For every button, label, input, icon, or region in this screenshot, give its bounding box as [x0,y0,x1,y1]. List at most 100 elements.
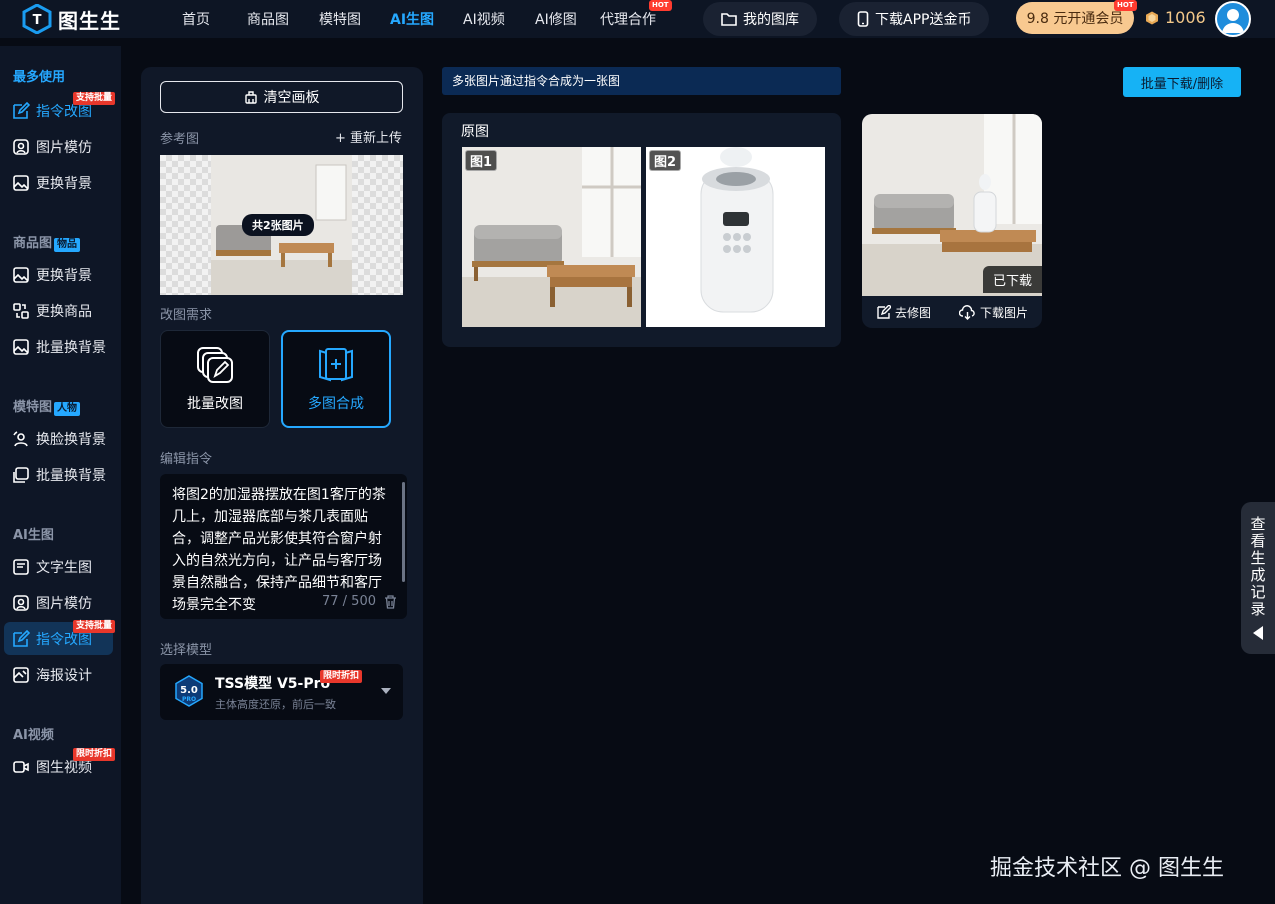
nav-ai-edit[interactable]: AI修图 [535,9,577,29]
nav-ai-gen[interactable]: AI生图 [390,9,434,29]
edit-image-label: 去修图 [894,305,931,320]
phone-icon [857,11,869,27]
sidebar-item-face-swap[interactable]: 换脸换背景 [4,422,113,455]
image-count-badge: 共2张图片 [242,214,314,236]
nav-home[interactable]: 首页 [182,9,210,29]
instruction-textarea[interactable]: 将图2的加湿器摆放在图1客厅的茶几上，加湿器底部与茶几表面贴合，调整产品光影使其… [160,474,407,619]
result-card[interactable]: 已下载 去修图 下载图片 [862,114,1042,328]
view-history-tab[interactable]: 查看生成记录 [1241,502,1275,654]
coin-icon [1146,11,1158,24]
batch-badge: 支持批量 [72,620,115,633]
image-tag-1: 图1 [465,150,498,171]
model-tag: 人物 [54,402,81,416]
mode-batch-edit[interactable]: 批量改图 [160,330,270,428]
textarea-scrollbar[interactable] [402,482,405,582]
vip-label: 9.8 元开通会员 [1026,11,1124,27]
living-room-photo [462,147,641,327]
edit-image-button[interactable]: 去修图 [876,304,931,321]
swap-icon [13,302,29,319]
model-v5-icon: 5.0 PRO [175,675,203,707]
vip-hot-badge: HOT [1114,0,1137,11]
download-app-label: 下载APP送金币 [875,12,972,28]
coin-balance[interactable]: 1006 [1145,8,1206,27]
mode-banner: 多张图片通过指令合成为一张图 [442,67,841,95]
section-product-label: 商品图 [13,236,53,251]
broom-icon [244,91,257,104]
sidebar-item-poster[interactable]: 海报设计 [4,658,113,691]
sidebar-item-label: 更换商品 [36,303,92,320]
mode-label: 多图合成 [308,396,364,412]
sidebar-item-img-model[interactable]: 图片模仿 [4,130,113,163]
video-icon [13,760,29,773]
cmd-label: 编辑指令 [160,452,213,467]
sidebar-item-label: 更换背景 [36,175,92,192]
coin-count: 1006 [1165,8,1206,27]
edit-icon [13,629,30,647]
caret-down-icon [381,688,391,694]
model-label: 选择模型 [160,643,213,658]
section-frequent: 最多使用 [13,70,66,85]
nav-ai-video[interactable]: AI视频 [463,9,505,29]
nav-partner[interactable]: 代理合作 [600,9,656,29]
sidebar-item-cmd-edit[interactable]: 指令改图 支持批量 [4,92,115,127]
reference-preview[interactable]: 共2张图片 [160,155,403,295]
sidebar-item-label: 海报设计 [36,667,92,684]
original-images-card: 原图 图1 图2 [442,113,841,347]
sidebar-item-p-change[interactable]: 更换商品 [4,294,113,327]
section-ai-gen: AI生图 [13,528,54,543]
download-app-button[interactable]: 下载APP送金币 [839,2,990,36]
discount-badge: 限时折扣 [72,748,115,761]
clear-canvas-button[interactable]: 清空画板 [160,81,403,113]
caret-left-icon [1253,626,1263,640]
sidebar-item-label: 图片模仿 [36,139,92,156]
poster-icon [13,666,29,683]
section-model: 模特图 人物 [13,396,81,416]
original-image-1[interactable]: 图1 [462,147,641,327]
batch-edit-icon [197,347,233,383]
sidebar-item-txt2img[interactable]: 文字生图 [4,550,113,583]
gallery-button[interactable]: 我的图库 [703,2,817,36]
sidebar-item-m-batch-bg[interactable]: 批量换背景 [4,458,113,491]
mode-multi-merge[interactable]: 多图合成 [281,330,391,428]
trash-icon[interactable] [384,595,397,609]
folder-icon [721,13,737,26]
sidebar-item-label: 更换背景 [36,267,92,284]
download-image-button[interactable]: 下载图片 [958,304,1028,321]
sidebar-item-a-cmd-edit[interactable]: 指令改图 支持批量 [4,620,115,655]
section-model-label: 模特图 [13,400,53,415]
product-tag: 物品 [54,238,81,252]
sidebar-item-a-img-model[interactable]: 图片模仿 [4,586,113,619]
reupload-button[interactable]: + 重新上传 [335,127,402,146]
sidebar: 最多使用 指令改图 支持批量 图片模仿 更换背景 商品图 物品 更换背景 更换商品… [0,46,121,904]
batch-download-button[interactable]: 批量下载/删除 [1123,67,1241,97]
model-desc: 主体高度还原，前后一致 [215,698,336,711]
history-label: 查看生成记录 [1250,515,1266,618]
model-select[interactable]: 5.0 PRO TSS模型 V5-Pro 限时折扣 主体高度还原，前后一致 [160,664,403,720]
section-ai-video: AI视频 [13,728,54,743]
gallery-label: 我的图库 [743,12,799,28]
sidebar-item-label: 文字生图 [36,559,92,576]
hot-badge: HOT [649,0,672,11]
char-counter: 77 / 500 [316,591,397,613]
image-icon [13,174,29,191]
config-panel: 清空画板 参考图 + 重新上传 共2张图片 改图需求 批量改图 多图合成 编辑指… [141,67,423,904]
cloud-download-icon [958,304,975,320]
section-product: 商品图 物品 [13,232,81,252]
char-count: 77 / 500 [322,594,376,609]
clear-canvas-label: 清空画板 [263,90,320,106]
watermark: 掘金技术社区 @ 图生生 [990,856,1224,881]
sidebar-item-p-bg-change[interactable]: 更换背景 [4,258,113,291]
logo[interactable]: T 图生生 [22,4,121,34]
portrait-icon [13,138,29,155]
sidebar-item-label: 换脸换背景 [36,431,106,448]
sidebar-item-label: 批量换背景 [36,339,106,356]
nav-product[interactable]: 商品图 [247,9,289,29]
avatar[interactable] [1215,1,1251,37]
result-actions: 去修图 下载图片 [862,296,1042,328]
sidebar-item-img2video[interactable]: 图生视频 限时折扣 [4,748,115,783]
model-icon-text: 5.0 [180,685,198,696]
nav-model[interactable]: 模特图 [319,9,361,29]
sidebar-item-bg-change[interactable]: 更换背景 [4,166,113,199]
sidebar-item-p-batch-bg[interactable]: 批量换背景 [4,330,113,363]
original-image-2[interactable]: 图2 [646,147,825,327]
